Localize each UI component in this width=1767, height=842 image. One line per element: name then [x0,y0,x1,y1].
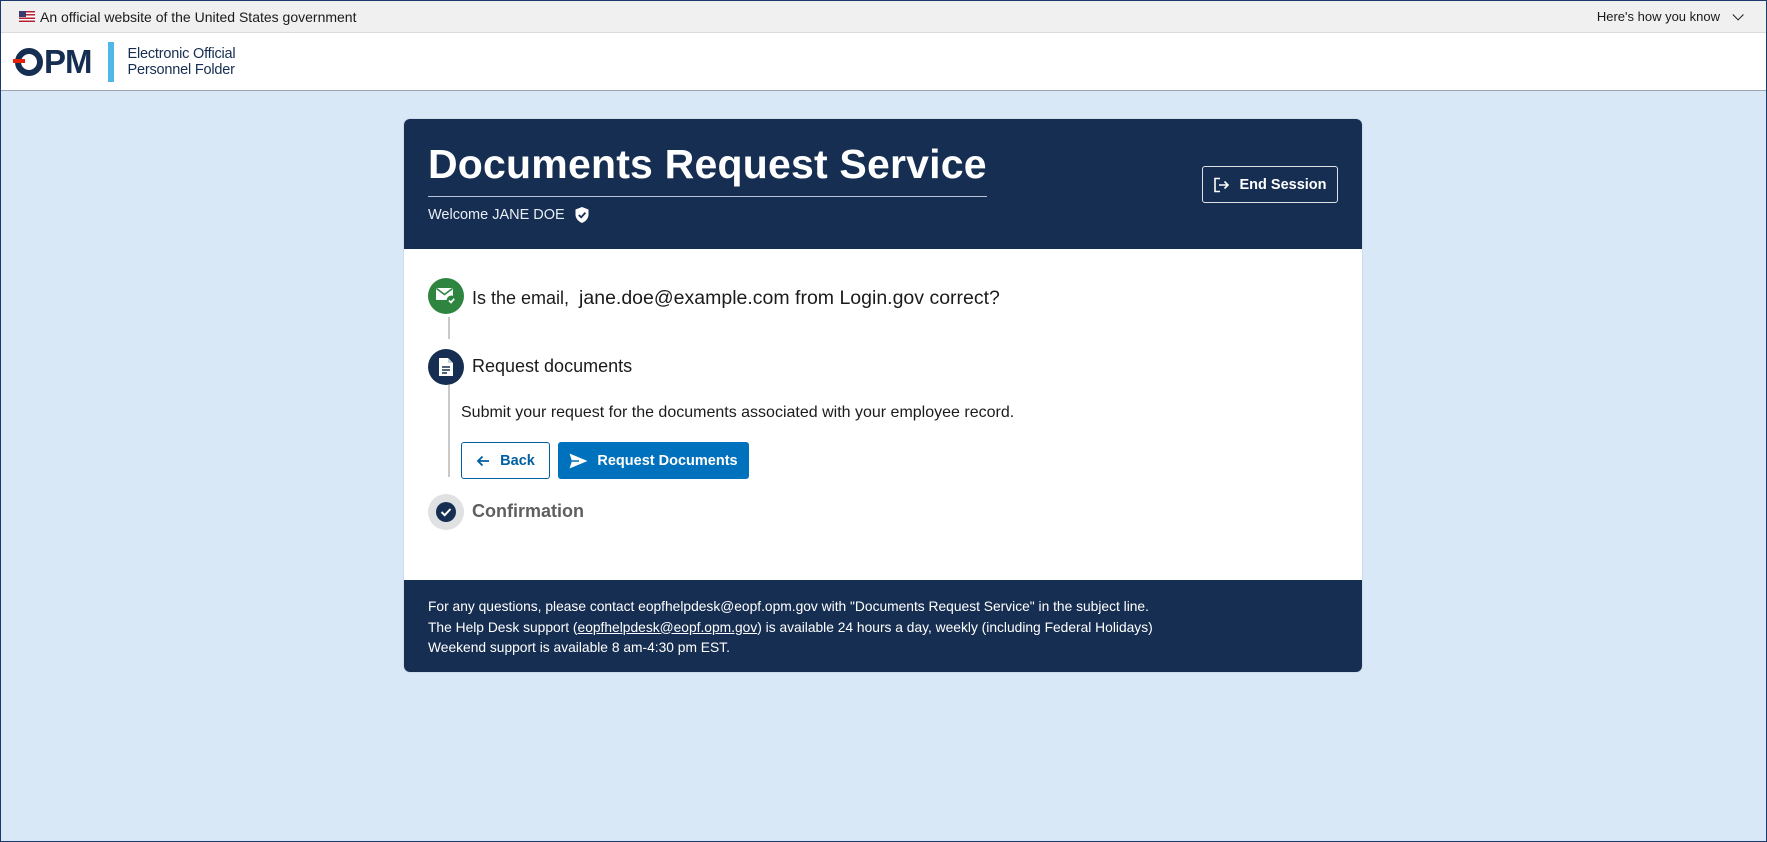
end-session-label: End Session [1239,176,1327,193]
footer-line-2-prefix: The Help Desk support ( [428,619,578,635]
us-flag-icon [19,11,35,22]
documents-request-card: Documents Request Service Welcome JANE D… [404,119,1362,672]
welcome-text: Welcome JANE DOE [428,207,565,223]
gov-banner: An official website of the United States… [1,1,1766,33]
request-documents-button[interactable]: Request Documents [558,442,749,479]
request-description: Submit your request for the documents as… [461,404,1015,421]
email-value: jane.doe@example.com from Login.gov corr… [579,287,1000,309]
opm-logo-o-mark [13,47,43,76]
step-connector [448,385,450,477]
opm-logo[interactable]: PM [13,42,92,81]
request-documents-label: Request Documents [597,452,738,469]
steps-section: Is the email, jane.doe@example.com from … [404,249,1362,580]
end-session-button[interactable]: End Session [1202,166,1338,203]
gov-banner-left: An official website of the United States… [19,9,356,25]
back-label: Back [500,452,535,469]
footer-line-2: The Help Desk support (eopfhelpdesk@eopf… [428,618,1338,639]
footer-line-3: Weekend support is available 8 am-4:30 p… [428,640,730,655]
logo-divider [107,41,114,82]
confirmation-check-icon [428,494,464,530]
welcome-message: Welcome JANE DOE [428,207,1338,223]
card-footer: For any questions, please contact eopfhe… [404,580,1362,672]
site-name-line2: Personnel Folder [127,61,235,78]
email-verified-icon [428,278,464,314]
request-documents-title: Request documents [472,356,633,376]
verified-shield-icon [575,207,589,223]
helpdesk-email-link[interactable]: eopfhelpdesk@eopf.opm.gov [578,620,758,635]
page-title: Documents Request Service [428,141,987,197]
email-confirmation-step: Is the email, jane.doe@example.com from … [472,287,1000,310]
site-header: PM Electronic Official Personnel Folder [1,33,1766,91]
step-connector [448,317,450,339]
chevron-down-icon [1732,8,1744,21]
gov-banner-text: An official website of the United States… [40,8,357,25]
how-you-know-label: Here's how you know [1596,9,1720,24]
arrow-left-icon [476,455,490,466]
card-header: Documents Request Service Welcome JANE D… [404,119,1362,249]
footer-line-1: For any questions, please contact eopfhe… [428,599,1149,614]
back-button[interactable]: Back [461,442,550,479]
how-you-know-toggle[interactable]: Here's how you know [1596,8,1744,24]
email-question: Is the email, [472,288,570,308]
logout-icon [1214,177,1230,192]
site-name-line1: Electronic Official [127,45,236,62]
send-icon [569,453,588,468]
document-icon [428,349,464,385]
opm-logo-text: PM [44,42,92,80]
footer-line-2-suffix: ) is available 24 hours a day, weekly (i… [757,619,1153,635]
site-name[interactable]: Electronic Official Personnel Folder [128,46,236,78]
confirmation-title: Confirmation [472,501,584,521]
